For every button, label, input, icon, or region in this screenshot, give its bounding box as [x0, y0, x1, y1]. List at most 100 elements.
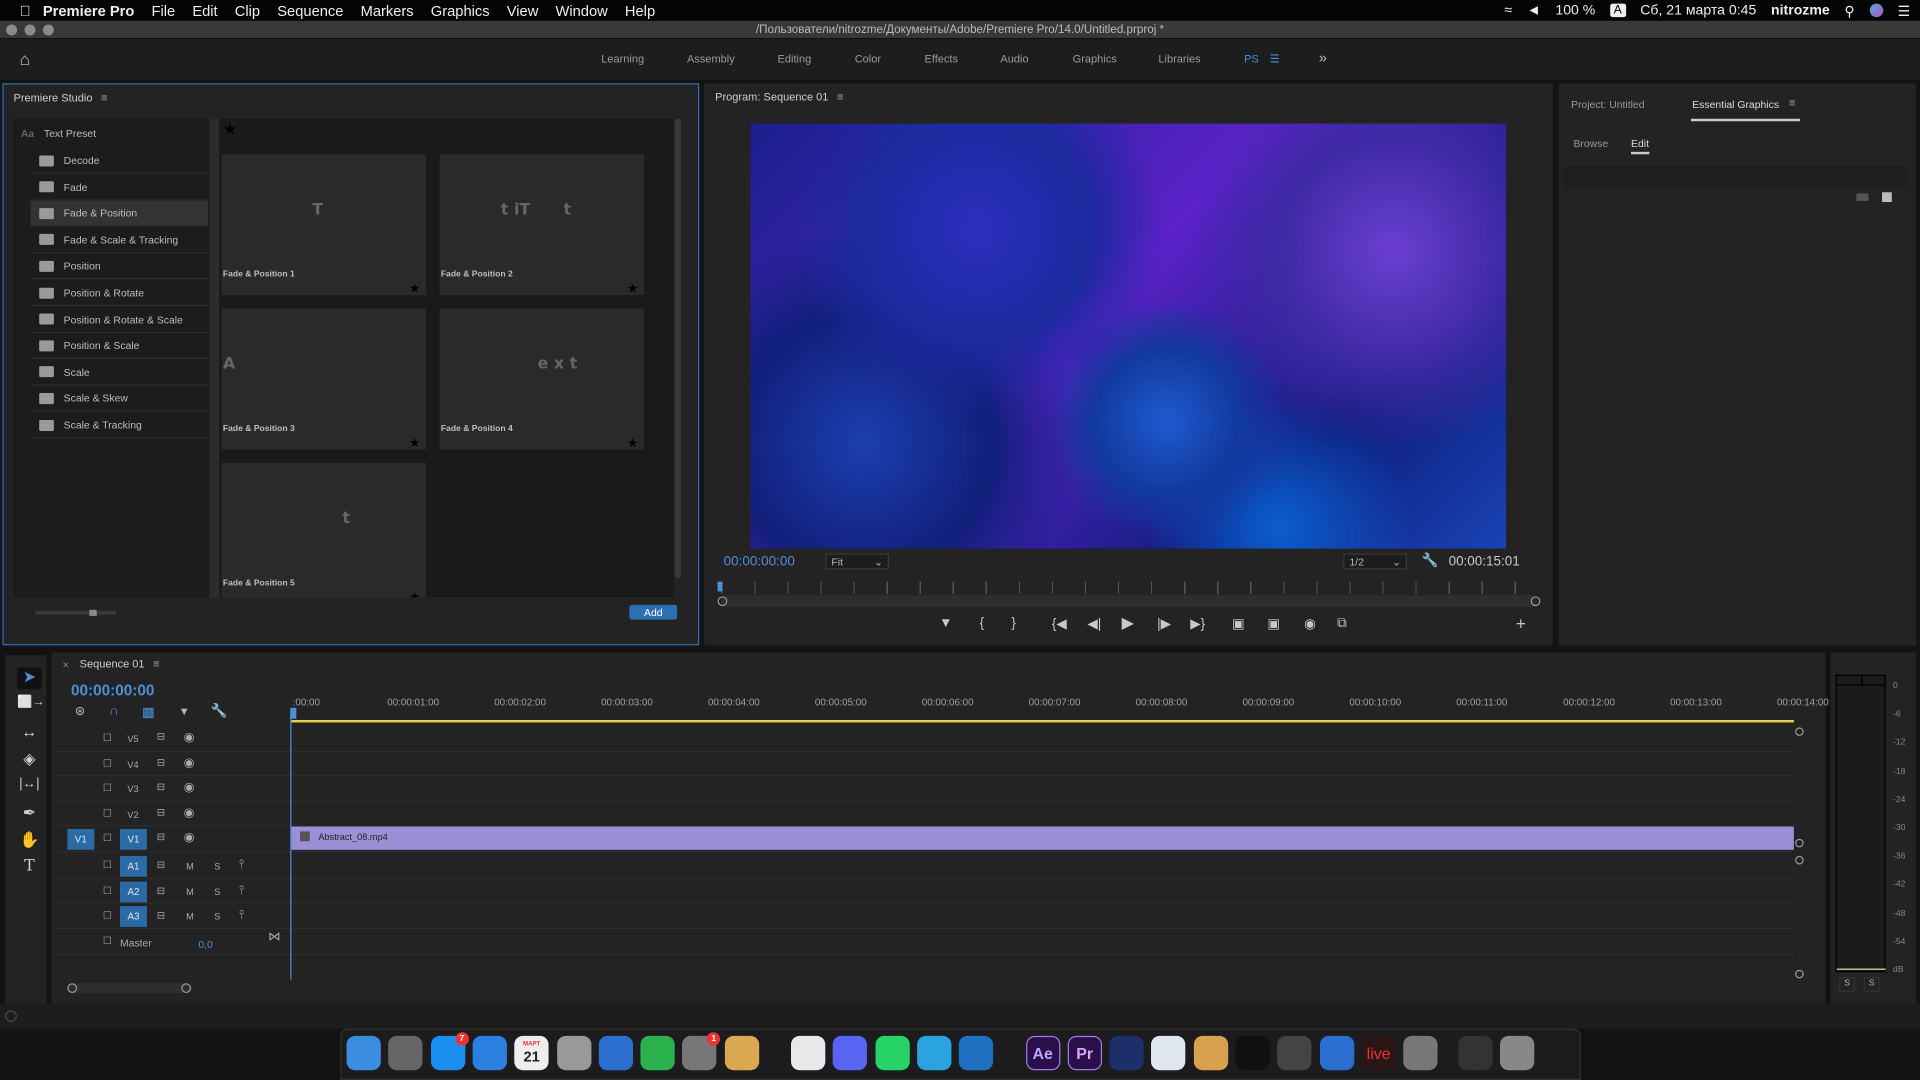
- add-marker-icon[interactable]: ▼: [179, 705, 190, 717]
- preset-thumbnail[interactable]: A Fade & Position 3 ★: [221, 308, 427, 451]
- timeline-vertical-scroll[interactable]: [1795, 727, 1804, 979]
- track-label-v3[interactable]: V3: [127, 784, 138, 795]
- hand-tool-icon[interactable]: ✋: [17, 830, 41, 852]
- tab-essential-graphics[interactable]: Essential Graphics: [1692, 98, 1779, 110]
- track-target-a2[interactable]: A2: [120, 881, 147, 902]
- work-area-bar[interactable]: [291, 720, 1794, 723]
- workspace-audio[interactable]: Audio: [1000, 53, 1028, 65]
- program-playhead-timecode[interactable]: 00:00:00:00: [724, 555, 795, 570]
- lock-icon[interactable]: ☐: [103, 833, 112, 844]
- dock-app-system-preferences[interactable]: 1: [682, 1032, 721, 1071]
- solo-button[interactable]: S: [214, 911, 220, 922]
- panel-menu-icon[interactable]: ≡: [101, 92, 107, 104]
- preset-grid-scrollbar[interactable]: [674, 118, 681, 578]
- mute-button[interactable]: M: [186, 886, 194, 897]
- workspace-learning[interactable]: Learning: [601, 53, 644, 65]
- dock-app-lotion[interactable]: [1193, 1035, 1228, 1071]
- dock-app-calendar[interactable]: МАРТ 21: [514, 1035, 549, 1071]
- folder-item[interactable]: Scale & Tracking: [30, 413, 209, 439]
- spotlight-icon[interactable]: ⚲: [1844, 2, 1854, 19]
- add-marker-icon[interactable]: ▼: [939, 616, 952, 631]
- track-label-v2[interactable]: V2: [127, 809, 138, 820]
- sync-lock-icon[interactable]: ⊟: [157, 806, 165, 817]
- lock-icon[interactable]: ☐: [103, 860, 112, 871]
- button-editor-plus-icon[interactable]: +: [1516, 613, 1526, 633]
- program-time-ruler[interactable]: [721, 581, 1537, 594]
- track-target-a1[interactable]: A1: [120, 855, 147, 877]
- sync-lock-icon[interactable]: ⊟: [157, 885, 165, 896]
- solo-button[interactable]: S: [214, 886, 220, 897]
- linked-selection-icon[interactable]: ▩: [142, 704, 155, 720]
- wrench-settings-icon[interactable]: 🔧: [1422, 552, 1439, 568]
- dock-app-safari[interactable]: [472, 1035, 507, 1071]
- voiceover-mic-icon[interactable]: ⫯: [239, 883, 244, 896]
- eye-visibility-icon[interactable]: ◉: [184, 756, 195, 769]
- go-to-in-icon[interactable]: {◀: [1052, 616, 1067, 632]
- menu-graphics[interactable]: Graphics: [431, 2, 490, 19]
- workspace-ps[interactable]: PS: [1244, 53, 1259, 65]
- scrollbar-start-handle[interactable]: [717, 596, 728, 607]
- track-target-a3[interactable]: A3: [120, 906, 147, 927]
- insert-nest-icon[interactable]: ⊛: [75, 705, 85, 718]
- sync-lock-icon[interactable]: ⊟: [157, 860, 165, 871]
- solo-right-button[interactable]: S: [1863, 977, 1880, 992]
- lock-icon[interactable]: ☐: [103, 910, 112, 921]
- input-source-badge[interactable]: A: [1609, 3, 1626, 18]
- menu-edit[interactable]: Edit: [192, 2, 217, 19]
- master-panner-icon[interactable]: ⋈: [268, 931, 280, 944]
- favorite-star-icon[interactable]: ★: [409, 591, 420, 597]
- step-back-icon[interactable]: ◀|: [1087, 616, 1101, 632]
- folder-item[interactable]: Scale: [30, 360, 209, 386]
- lock-icon[interactable]: ☐: [103, 808, 112, 819]
- type-tool-icon[interactable]: T: [17, 857, 41, 879]
- sync-lock-icon[interactable]: ⊟: [157, 831, 165, 842]
- user-name[interactable]: nitrozme: [1771, 3, 1830, 18]
- sync-lock-icon[interactable]: ⊟: [157, 910, 165, 921]
- timeline-zoom-scrollbar[interactable]: [67, 983, 193, 994]
- eye-visibility-icon[interactable]: ◉: [184, 831, 195, 844]
- lock-icon[interactable]: ☐: [103, 936, 112, 947]
- sequence-tab[interactable]: Sequence 01 ≡: [80, 658, 160, 670]
- track-label-v5[interactable]: V5: [127, 733, 138, 744]
- essential-graphics-menu-icon[interactable]: ≡: [1789, 97, 1795, 109]
- mute-button[interactable]: M: [186, 861, 194, 872]
- slip-tool-icon[interactable]: |↔|: [17, 776, 41, 798]
- snap-magnet-icon[interactable]: ∩: [109, 704, 119, 719]
- dock-app-finder[interactable]: [346, 1035, 381, 1071]
- timeline-timecode[interactable]: 00:00:00:00: [71, 682, 154, 699]
- go-to-out-icon[interactable]: ▶}: [1190, 616, 1205, 632]
- workspace-editing[interactable]: Editing: [778, 53, 812, 65]
- wifi-icon[interactable]: ≈: [1504, 3, 1512, 18]
- razor-tool-icon[interactable]: ◈: [17, 749, 41, 771]
- dock-app-evernote[interactable]: [640, 1035, 675, 1071]
- program-menu-icon[interactable]: ≡: [837, 91, 843, 103]
- voiceover-mic-icon[interactable]: ⫯: [239, 858, 244, 871]
- mark-in-icon[interactable]: {: [980, 616, 985, 631]
- dock-app-chrome[interactable]: [791, 1035, 826, 1071]
- menu-app[interactable]: Premiere Pro: [43, 2, 134, 19]
- workspace-menu-icon[interactable]: ☰: [1270, 53, 1280, 66]
- dock-app-cleanmymac[interactable]: [724, 1035, 759, 1071]
- folder-item[interactable]: Position: [30, 254, 209, 280]
- dock-app-pr[interactable]: Pr: [1067, 1035, 1102, 1071]
- volume-icon[interactable]: ◄: [1527, 3, 1541, 18]
- menu-file[interactable]: File: [151, 2, 175, 19]
- track-select-tool-icon[interactable]: ⬜→: [17, 696, 44, 718]
- dock-app-ae[interactable]: Ae: [1025, 1035, 1060, 1071]
- tab-project[interactable]: Project: Untitled: [1571, 98, 1644, 110]
- clock[interactable]: Сб, 21 марта 0:45: [1640, 3, 1756, 18]
- folder-item[interactable]: Fade & Position: [30, 201, 209, 227]
- sync-lock-icon[interactable]: ⊟: [157, 731, 165, 742]
- folder-item[interactable]: Fade & Scale & Tracking: [30, 228, 209, 254]
- source-patch-v1[interactable]: V1: [67, 828, 95, 850]
- folder-item[interactable]: Fade: [30, 175, 209, 201]
- subtab-browse[interactable]: Browse: [1573, 137, 1608, 149]
- new-layer-icon[interactable]: [1882, 192, 1892, 203]
- lock-icon[interactable]: ☐: [103, 732, 112, 743]
- workspace-assembly[interactable]: Assembly: [687, 53, 735, 65]
- lock-icon[interactable]: ☐: [103, 885, 112, 896]
- dock-app-whatsapp[interactable]: [875, 1035, 910, 1071]
- lock-icon[interactable]: ☐: [103, 782, 112, 793]
- dock-app-trash[interactable]: [1499, 1035, 1535, 1071]
- mark-out-icon[interactable]: }: [1011, 616, 1016, 631]
